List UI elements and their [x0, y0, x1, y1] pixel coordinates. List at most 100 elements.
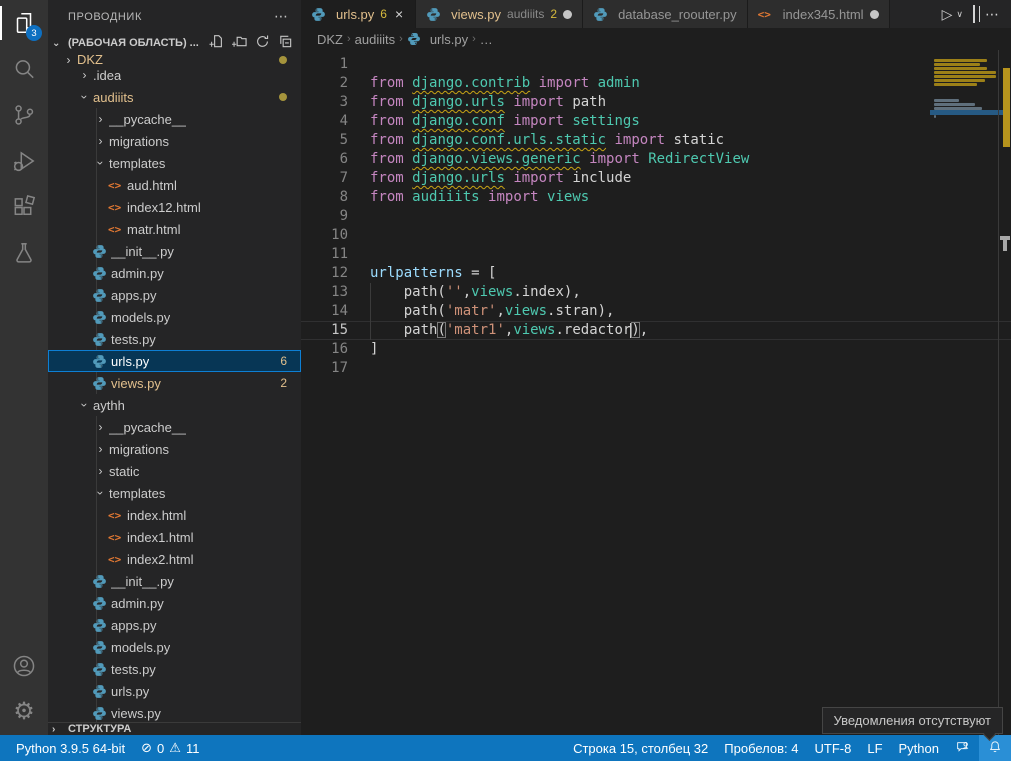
code-line-10[interactable]: 10: [301, 226, 1011, 245]
tree-item-tests.py[interactable]: tests.py: [48, 328, 301, 350]
python-file-icon: [311, 7, 330, 22]
status-encoding[interactable]: UTF-8: [807, 735, 860, 761]
collapse-folders-icon[interactable]: [278, 34, 293, 52]
tree-item-__init__.py[interactable]: __init__.py: [48, 240, 301, 262]
tree-item-apps.py[interactable]: apps.py: [48, 284, 301, 306]
split-editor-icon[interactable]: [973, 7, 975, 21]
code-line-2[interactable]: 2from django.contrib import admin: [301, 74, 1011, 93]
tree-item-index2.html[interactable]: <>index2.html: [48, 548, 301, 570]
run-dropdown-icon[interactable]: ∨: [956, 10, 963, 19]
status-notifications-bell[interactable]: [979, 735, 1011, 761]
dirty-dot-icon[interactable]: [870, 10, 879, 19]
status-eol[interactable]: LF: [859, 735, 890, 761]
explorer-icon[interactable]: 3: [0, 0, 48, 46]
status-language-mode[interactable]: Python: [891, 735, 947, 761]
code-line-3[interactable]: 3from django.urls import path: [301, 93, 1011, 112]
code-line-7[interactable]: 7from django.urls import include: [301, 169, 1011, 188]
code-line-15[interactable]: 15 path('matr1',views.redactor),: [301, 321, 1011, 340]
breadcrumb: DKZ›audiiits›urls.py›…: [301, 28, 1011, 50]
more-actions-icon[interactable]: ⋯: [985, 7, 999, 21]
tab-index345.html[interactable]: <>index345.html: [748, 0, 890, 28]
code-line-14[interactable]: 14 path('matr',views.stran),: [301, 302, 1011, 321]
code-editor[interactable]: 12from django.contrib import admin3from …: [301, 50, 1011, 735]
tab-detail: audiiits: [507, 7, 544, 21]
tab-views.py[interactable]: views.pyaudiiits2: [416, 0, 583, 28]
tree-item-models.py[interactable]: models.py: [48, 636, 301, 658]
tree-item-.idea[interactable]: ›.idea: [48, 64, 301, 86]
code-line-1[interactable]: 1: [301, 55, 1011, 74]
breadcrumb-item-audiiits[interactable]: audiiits: [355, 32, 395, 47]
refresh-explorer-icon[interactable]: [255, 34, 270, 52]
status-indentation[interactable]: Пробелов: 4: [716, 735, 806, 761]
tree-item-templates[interactable]: ›templates: [48, 482, 301, 504]
testing-icon[interactable]: [0, 230, 48, 276]
status-python-interpreter[interactable]: Python 3.9.5 64-bit: [0, 735, 133, 761]
code-line-8[interactable]: 8from audiiits import views: [301, 188, 1011, 207]
tree-item-static[interactable]: ›static: [48, 460, 301, 482]
outline-section-header[interactable]: › СТРУКТУРА: [48, 722, 301, 735]
tree-item-migrations[interactable]: ›migrations: [48, 130, 301, 152]
tree-item-index12.html[interactable]: <>index12.html: [48, 196, 301, 218]
workspace-section-header[interactable]: ⌄ (РАБОЧАЯ ОБЛАСТЬ) ...: [48, 33, 301, 53]
code-line-5[interactable]: 5from django.conf.urls.static import sta…: [301, 131, 1011, 150]
tree-item-matr.html[interactable]: <>matr.html: [48, 218, 301, 240]
overview-ruler-scrollbar[interactable]: [998, 50, 1011, 735]
explorer-more-actions-icon[interactable]: ⋯: [274, 8, 289, 25]
tree-item-migrations[interactable]: ›migrations: [48, 438, 301, 460]
python-file-icon: [92, 662, 111, 677]
code-line-12[interactable]: 12urlpatterns = [: [301, 264, 1011, 283]
chevron-right-icon: ›: [347, 33, 351, 45]
code-line-13[interactable]: 13 path('',views.index),: [301, 283, 1011, 302]
python-file-icon: [92, 596, 111, 611]
code-line-16[interactable]: 16]: [301, 340, 1011, 359]
tree-item-DKZ[interactable]: ›DKZ: [48, 53, 301, 64]
close-icon[interactable]: ×: [393, 6, 405, 22]
tab-bar: urls.py6×views.pyaudiiits2database_roout…: [301, 0, 1011, 28]
new-file-icon[interactable]: [209, 34, 224, 52]
code-line-11[interactable]: 11: [301, 245, 1011, 264]
run-button[interactable]: ▷: [942, 7, 953, 21]
run-debug-icon[interactable]: [0, 138, 48, 184]
status-feedback[interactable]: [947, 735, 979, 761]
tree-item-templates[interactable]: ›templates: [48, 152, 301, 174]
status-cursor-position[interactable]: Строка 15, столбец 32: [557, 735, 716, 761]
tree-item-admin.py[interactable]: admin.py: [48, 592, 301, 614]
breadcrumb-item-…[interactable]: …: [480, 32, 493, 47]
tree-item-urls.py[interactable]: urls.py: [48, 680, 301, 702]
tree-item-apps.py[interactable]: apps.py: [48, 614, 301, 636]
tree-item-views.py[interactable]: views.py: [48, 702, 301, 722]
account-icon[interactable]: [0, 643, 48, 689]
dirty-dot-icon[interactable]: [563, 10, 572, 19]
code-line-4[interactable]: 4from django.conf import settings: [301, 112, 1011, 131]
tree-item-__init__.py[interactable]: __init__.py: [48, 570, 301, 592]
tree-item-index.html[interactable]: <>index.html: [48, 504, 301, 526]
tree-item-aythh[interactable]: ›aythh: [48, 394, 301, 416]
status-problems[interactable]: ⊘0⚠11: [133, 735, 207, 761]
tree-item-label: apps.py: [111, 618, 157, 633]
minimap[interactable]: [934, 55, 998, 123]
code-line-9[interactable]: 9: [301, 207, 1011, 226]
breadcrumb-label: DKZ: [317, 32, 343, 47]
code-line-6[interactable]: 6from django.views.generic import Redire…: [301, 150, 1011, 169]
new-folder-icon[interactable]: [232, 34, 247, 52]
breadcrumb-item-urls.py[interactable]: urls.py: [407, 32, 468, 47]
tab-urls.py[interactable]: urls.py6×: [301, 0, 416, 28]
tree-item-models.py[interactable]: models.py: [48, 306, 301, 328]
tree-item-label: models.py: [111, 310, 170, 325]
search-icon[interactable]: [0, 46, 48, 92]
breadcrumb-item-DKZ[interactable]: DKZ: [317, 32, 343, 47]
extensions-icon[interactable]: [0, 184, 48, 230]
tree-item-index1.html[interactable]: <>index1.html: [48, 526, 301, 548]
settings-gear-icon[interactable]: ⚙: [0, 689, 48, 735]
tree-item-admin.py[interactable]: admin.py: [48, 262, 301, 284]
tree-item-tests.py[interactable]: tests.py: [48, 658, 301, 680]
tree-item-aud.html[interactable]: <>aud.html: [48, 174, 301, 196]
source-control-icon[interactable]: [0, 92, 48, 138]
tree-item-__pycache__[interactable]: ›__pycache__: [48, 416, 301, 438]
code-line-17[interactable]: 17: [301, 359, 1011, 378]
tree-item-__pycache__[interactable]: ›__pycache__: [48, 108, 301, 130]
tree-item-urls.py[interactable]: urls.py6: [48, 350, 301, 372]
tree-item-views.py[interactable]: views.py2: [48, 372, 301, 394]
tab-database_roouter.py[interactable]: database_roouter.py: [583, 0, 748, 28]
tree-item-audiiits[interactable]: ›audiiits: [48, 86, 301, 108]
